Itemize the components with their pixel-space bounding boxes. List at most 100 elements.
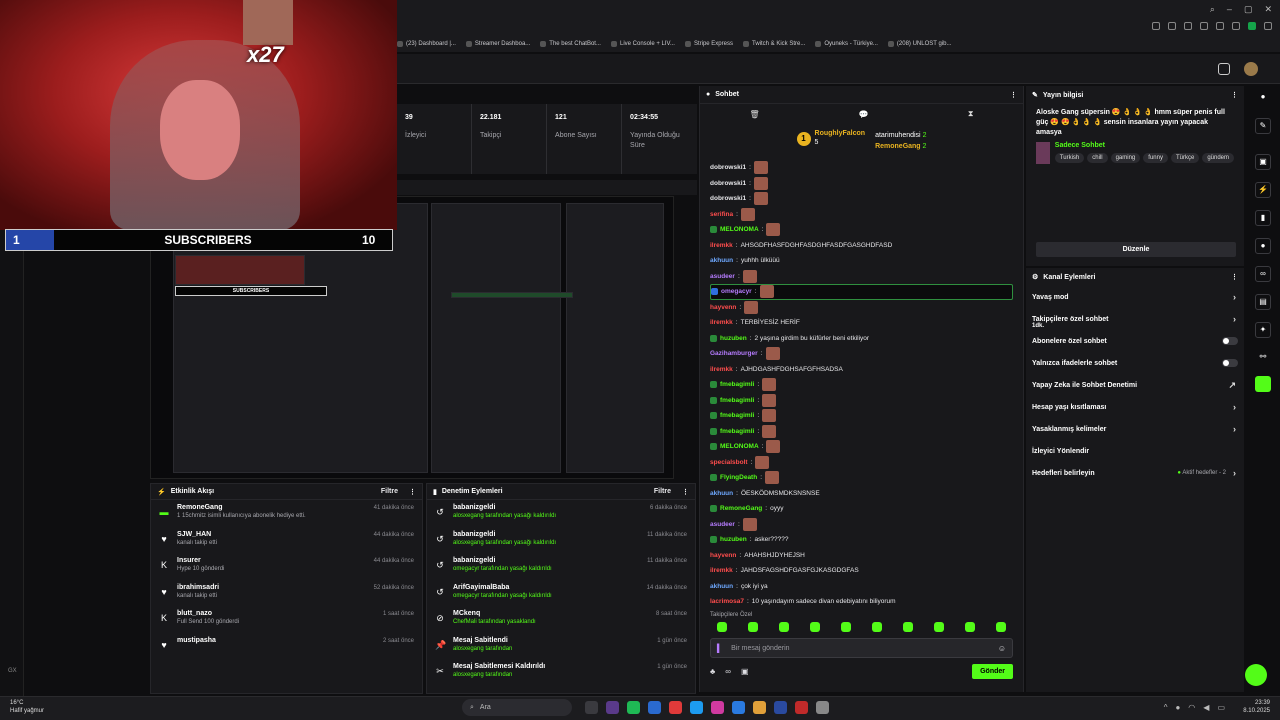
chat-username[interactable]: lacrimosa7 [710, 598, 744, 605]
chat-username[interactable]: MELONOMA [720, 443, 759, 450]
chat-message[interactable]: serifina: [710, 207, 1013, 223]
emote-icon[interactable] [840, 622, 851, 632]
taskbar-app-icon[interactable] [711, 701, 724, 714]
mic-icon[interactable]: ● [1175, 703, 1180, 712]
taskbar-app-icon[interactable] [585, 701, 598, 714]
emote-icon[interactable] [965, 622, 976, 632]
moderation-item[interactable]: ↺ babanizgeldi alosxegang tarafından yasağ… [427, 500, 695, 527]
chat-username[interactable]: dobrowski1 [710, 164, 746, 171]
channel-action[interactable]: Abonelere özel sohbet [1026, 330, 1244, 352]
chevron-up-icon[interactable]: ^ [1164, 703, 1168, 712]
chat-username[interactable]: asudeer [710, 521, 735, 528]
taskbar-app-icon[interactable] [690, 701, 703, 714]
chat-message[interactable]: specialsbolt: [710, 455, 1013, 471]
chat-username[interactable]: ilremkk [710, 366, 733, 373]
activity-item[interactable]: K Insurer Hype 10 gönderdi 44 dakika önce [151, 553, 422, 580]
chat-username[interactable]: omegacyr [721, 288, 752, 295]
emote-icon[interactable] [809, 622, 820, 632]
chat-message[interactable]: dobrowski1: [710, 160, 1013, 176]
taskbar-app-icon[interactable] [606, 701, 619, 714]
second-name[interactable]: atarimuhendisi [875, 132, 921, 139]
chat-username[interactable]: huzuben [720, 536, 747, 543]
chat-username[interactable]: fmebagimli [720, 381, 754, 388]
heart-icon[interactable] [1232, 22, 1240, 30]
chat-message[interactable]: fmebagimli: [710, 424, 1013, 440]
infinity-icon[interactable]: ∞ [725, 667, 731, 676]
taskbar-search[interactable]: ⌕ Ara [462, 699, 572, 716]
chat-message[interactable]: asudeer: [710, 517, 1013, 533]
gift-icon[interactable]: ♣ [710, 667, 715, 676]
bookmark-item[interactable]: (23) Dashboard |... [397, 41, 456, 47]
toggle-switch[interactable] [1222, 359, 1238, 367]
edit-button[interactable]: Düzenle [1036, 242, 1236, 257]
clip-icon[interactable]: ▮ [1255, 210, 1271, 226]
leader-name[interactable]: RoughlyFalcon [815, 130, 866, 137]
moderation-item[interactable]: ↺ babanizgeldi alosxegang tarafından yasağ… [427, 527, 695, 554]
taskbar-clock[interactable]: 23:39 8.10.2025 [1243, 699, 1270, 715]
wrench-icon[interactable]: ✦ [1255, 322, 1271, 338]
chat-username[interactable]: MELONOMA [720, 226, 759, 233]
tag-chip[interactable]: chill [1087, 153, 1108, 163]
edit-icon[interactable]: ✎ [1255, 118, 1271, 134]
channel-action[interactable]: Hedefleri belirleyin › Aktif hedefler - 2 [1026, 462, 1244, 484]
channel-action[interactable]: İzleyici Yönlendir [1026, 440, 1244, 462]
share-icon[interactable]: ⚯ [1255, 350, 1271, 366]
extension-icon[interactable] [1216, 22, 1224, 30]
emote-icon[interactable] [996, 622, 1007, 632]
tag-chip[interactable]: gaming [1110, 153, 1141, 163]
chat-message[interactable]: ilremkk: TERBİYESİZ HERİF [710, 315, 1013, 331]
chat-username[interactable]: akhuun [710, 583, 733, 590]
emote-icon[interactable] [934, 622, 945, 632]
help-button[interactable] [1245, 664, 1267, 686]
extension-icon[interactable] [1184, 22, 1192, 30]
chat-message[interactable]: akhuun: çok iyi ya [710, 579, 1013, 595]
chat-message[interactable]: RemoneGang: oyyy [710, 501, 1013, 517]
activity-item[interactable]: Kblutt_nazo Full Send 100 gönderdi 1 saat … [151, 606, 422, 633]
emote-icon[interactable] [747, 622, 758, 632]
emote-icon[interactable] [716, 622, 727, 632]
search-icon[interactable]: ⌕ [1210, 4, 1215, 15]
chat-username[interactable]: dobrowski1 [710, 195, 746, 202]
filter-button[interactable]: Filtre [381, 488, 398, 495]
chat-message[interactable]: ilremkk: AHSGDFHASFDGHFASDGHFASDFGASGHDFA… [710, 238, 1013, 254]
third-name[interactable]: RemoneGang [875, 143, 921, 150]
chat-username[interactable]: ilremkk [710, 319, 733, 326]
chat-username[interactable]: Gazihamburger [710, 350, 758, 357]
chat-message[interactable]: fmebagimli: [710, 393, 1013, 409]
bookmark-item[interactable]: (208) UNLOST gib... [887, 41, 952, 47]
chat-username[interactable]: RemoneGang [720, 505, 762, 512]
chat-message[interactable]: huzuben: asker????? [710, 532, 1013, 548]
battery-icon[interactable]: ▭ [1217, 703, 1225, 712]
bookmark-item[interactable]: Stripe Express [684, 41, 733, 47]
bookmark-item[interactable]: Streamer Dashboa... [465, 41, 530, 47]
tag-chip[interactable]: gündem [1202, 153, 1234, 163]
chat-username[interactable]: ilremkk [710, 242, 733, 249]
weather-widget[interactable]: 16°C Hafif yağmur [10, 699, 44, 715]
close-icon[interactable]: ✕ [1264, 4, 1272, 15]
chat-message[interactable]: MELONOMA: [710, 222, 1013, 238]
bookmark-item[interactable]: Twitch & Kick Stre... [742, 41, 805, 47]
chat-username[interactable]: akhuun [710, 490, 733, 497]
bookmark-item[interactable]: The best ChatBot... [540, 41, 601, 47]
taskbar-app-icon[interactable] [774, 701, 787, 714]
chat-message[interactable]: akhuun: yuhhh ülküüü [710, 253, 1013, 269]
more-icon[interactable]: ⋮ [682, 488, 689, 496]
moderation-item[interactable]: ✂ Mesaj Sabitlemesi Kaldırıldı alosxegang … [427, 659, 695, 686]
emoji-icon[interactable]: ☺ [998, 644, 1006, 653]
chat-username[interactable]: huzuben [720, 335, 747, 342]
chat-message[interactable]: hayvenn: AHAHSHJDYHEJSH [710, 548, 1013, 564]
activity-item[interactable]: ♥ SJW_HAN kanalı takip etti 44 dakika önce [151, 527, 422, 554]
channel-action[interactable]: Hesap yaşı kısıtlaması › [1026, 396, 1244, 418]
camera-icon[interactable]: ▣ [1255, 154, 1271, 170]
speech-icon[interactable]: 💬 [859, 110, 869, 119]
channel-action[interactable]: Yavaş mod › [1026, 286, 1244, 308]
activity-item[interactable]: ▬ RemoneGang 1 15chmitz isimli kullanıcıya… [151, 500, 422, 527]
chat-message[interactable]: fmebagimli: [710, 377, 1013, 393]
chat-username[interactable]: ilremkk [710, 567, 733, 574]
chat-username[interactable]: akhuun [710, 257, 733, 264]
moderation-item[interactable]: ↺ ArifGayimalBaba omegacyr tarafından yasa… [427, 580, 695, 607]
chat-message[interactable]: MELONOMA: [710, 439, 1013, 455]
chat-message[interactable]: FlyingDeath: [710, 470, 1013, 486]
more-icon[interactable]: ⋮ [1231, 91, 1238, 99]
send-button[interactable]: Gönder [972, 664, 1013, 679]
